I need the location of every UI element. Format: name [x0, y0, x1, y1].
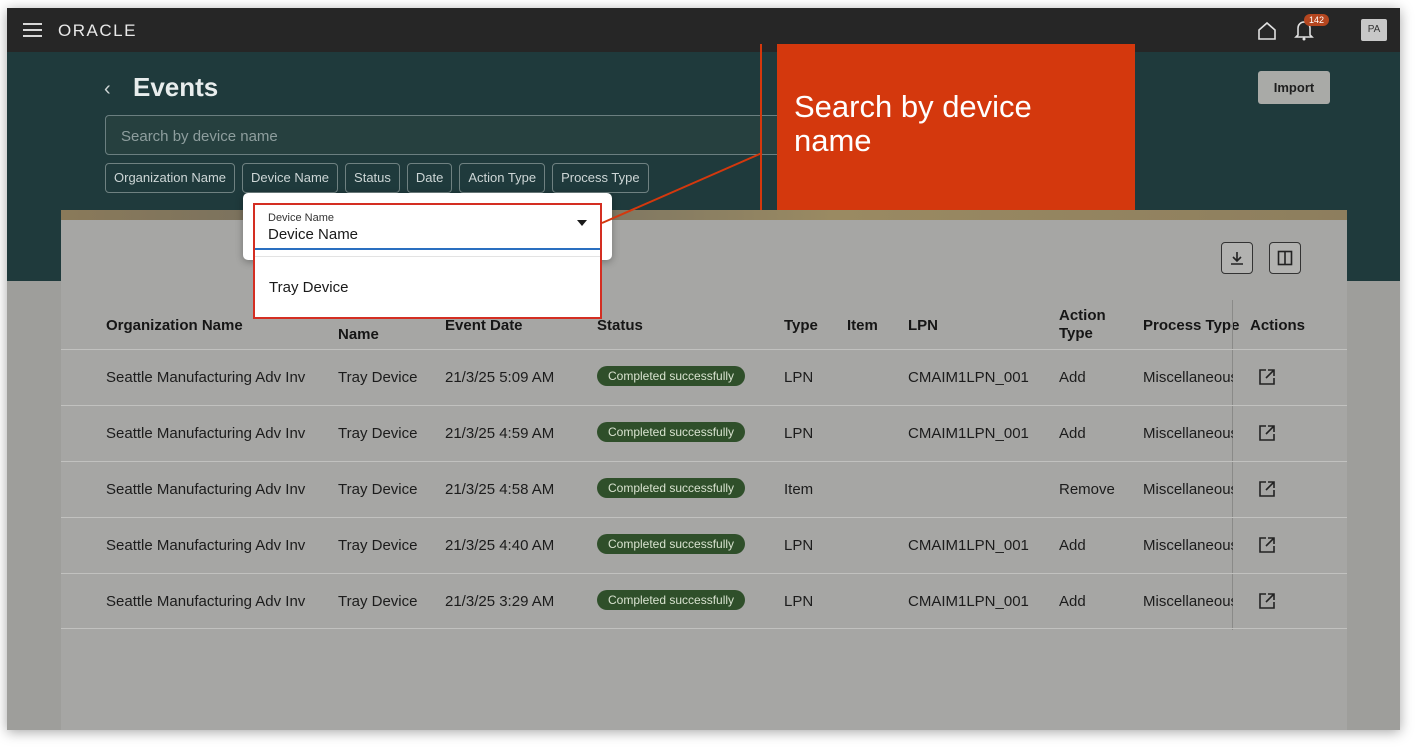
cell-device: Tray Device [338, 537, 418, 554]
open-external-icon[interactable] [1258, 480, 1276, 498]
header-actions: Actions [1250, 317, 1306, 334]
cell-lpn: CMAIM1LPN_001 [908, 425, 1029, 442]
table-row[interactable]: Seattle Manufacturing Adv Inv Tray Devic… [61, 573, 1347, 629]
cell-process: Miscellaneous [1143, 537, 1233, 554]
filter-organization-name[interactable]: Organization Name [105, 163, 235, 193]
open-external-icon[interactable] [1258, 592, 1276, 610]
header-item[interactable]: Item [847, 317, 878, 335]
status-badge: Completed successfully [597, 590, 746, 610]
oracle-logo: ORACLE [58, 21, 137, 40]
header-lpn[interactable]: LPN [908, 317, 938, 335]
status-badge: Completed successfully [597, 478, 746, 498]
header-type[interactable]: Type [784, 317, 818, 335]
cell-date: 21/3/25 3:29 AM [445, 593, 555, 610]
open-external-icon[interactable] [1258, 536, 1276, 554]
cell-lpn: CMAIM1LPN_001 [908, 537, 1029, 554]
cell-process: Miscellaneous [1143, 481, 1233, 498]
cell-type: Item [784, 481, 814, 498]
cell-lpn: CMAIM1LPN_001 [908, 369, 1029, 386]
cell-org: Seattle Manufacturing Adv Inv [106, 425, 306, 442]
table-row[interactable]: Seattle Manufacturing Adv Inv Tray Devic… [61, 461, 1347, 517]
hamburger-menu-icon[interactable] [23, 23, 42, 37]
cell-action: Add [1059, 537, 1086, 554]
status-badge: Completed successfully [597, 422, 746, 442]
cell-device: Tray Device [338, 425, 418, 442]
filter-chips: Organization Name Device Name Status Dat… [105, 163, 649, 193]
search-placeholder: Search by device name [121, 128, 278, 145]
filter-status[interactable]: Status [345, 163, 400, 193]
highlight-outline [253, 203, 602, 319]
app-window: ORACLE 142 PA ‹ Events Search by device … [7, 8, 1400, 730]
cell-type: LPN [784, 425, 814, 442]
top-bar: ORACLE 142 PA [7, 8, 1400, 52]
cell-org: Seattle Manufacturing Adv Inv [106, 537, 306, 554]
download-button[interactable] [1221, 242, 1253, 274]
status-badge: Completed successfully [597, 366, 746, 386]
cell-type: LPN [784, 537, 814, 554]
cell-action: Add [1059, 369, 1086, 386]
table-row[interactable]: Seattle Manufacturing Adv Inv Tray Devic… [61, 349, 1347, 405]
page-title: Events [133, 72, 219, 102]
open-external-icon[interactable] [1258, 424, 1276, 442]
cell-org: Seattle Manufacturing Adv Inv [106, 481, 306, 498]
columns-button[interactable] [1269, 242, 1301, 274]
import-button[interactable]: Import [1258, 71, 1330, 104]
status-badge: Completed successfully [597, 534, 746, 554]
open-external-icon[interactable] [1258, 368, 1276, 386]
cell-org: Seattle Manufacturing Adv Inv [106, 593, 306, 610]
cell-process: Miscellaneous [1143, 593, 1233, 610]
header-event-date[interactable]: Event Date [445, 317, 523, 335]
cell-process: Miscellaneous [1143, 369, 1233, 386]
back-chevron-icon[interactable]: ‹ [104, 78, 111, 101]
filter-action-type[interactable]: Action Type [459, 163, 546, 193]
avatar[interactable]: PA [1361, 19, 1387, 41]
cell-lpn: CMAIM1LPN_001 [908, 593, 1029, 610]
cell-process: Miscellaneous [1143, 425, 1233, 442]
cell-type: LPN [784, 593, 814, 610]
header-status[interactable]: Status [597, 317, 643, 335]
download-icon [1231, 252, 1243, 265]
cell-device: Tray Device [338, 369, 418, 386]
cell-date: 21/3/25 4:59 AM [445, 425, 555, 442]
header-action-type[interactable]: Action Type [1059, 307, 1115, 343]
cell-org: Seattle Manufacturing Adv Inv [106, 369, 306, 386]
cell-action: Add [1059, 425, 1086, 442]
filter-date[interactable]: Date [406, 163, 453, 193]
home-icon[interactable] [1257, 21, 1277, 41]
cell-action: Add [1059, 593, 1086, 610]
notification-badge: 142 [1304, 14, 1330, 26]
cell-date: 21/3/25 4:40 AM [445, 537, 555, 554]
header-process-type[interactable]: Process Type [1143, 317, 1239, 335]
cell-device: Tray Device [338, 481, 418, 498]
cell-date: 21/3/25 5:09 AM [445, 369, 555, 386]
cell-date: 21/3/25 4:58 AM [445, 481, 555, 498]
cell-type: LPN [784, 369, 814, 386]
header-organization-name[interactable]: Organization Name [106, 317, 243, 335]
filter-device-name[interactable]: Device Name [242, 163, 339, 193]
callout-text: Search by device name [794, 89, 1032, 158]
header-device-name[interactable]: Name [338, 326, 379, 344]
callout-box: Search by device name [777, 44, 1135, 210]
cell-device: Tray Device [338, 593, 418, 610]
columns-icon [1277, 250, 1293, 266]
callout-pointer [601, 152, 763, 224]
table-row[interactable]: Seattle Manufacturing Adv Inv Tray Devic… [61, 517, 1347, 573]
cell-action: Remove [1059, 481, 1115, 498]
table-row[interactable]: Seattle Manufacturing Adv Inv Tray Devic… [61, 405, 1347, 461]
